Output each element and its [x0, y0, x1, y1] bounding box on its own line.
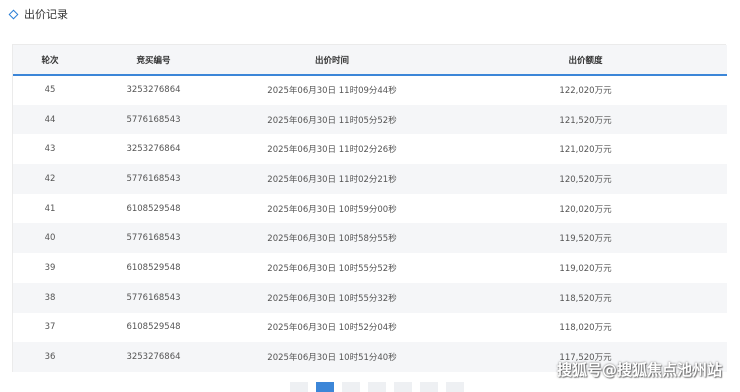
cell-round: 36 [13, 342, 87, 372]
cell-bidder-id: 6108529548 [87, 253, 220, 283]
table-row: 37 6108529548 2025年06月30日 10时52分04秒 118,… [13, 312, 727, 343]
cell-bid-amount: 121,520万元 [444, 104, 727, 135]
cell-bid-amount: 122,020万元 [444, 75, 727, 105]
table-row: 45 3253276864 2025年06月30日 11时09分44秒 122,… [13, 75, 727, 105]
page-button[interactable] [342, 382, 360, 392]
header-bid-amount: 出价额度 [444, 45, 727, 76]
page-button[interactable] [420, 382, 438, 392]
cell-bid-amount: 118,020万元 [444, 312, 727, 343]
cell-bid-time: 2025年06月30日 11时02分21秒 [220, 164, 444, 194]
cell-bid-amount: 118,520万元 [444, 282, 727, 313]
cell-bidder-id: 3253276864 [87, 342, 220, 372]
page-button[interactable] [394, 382, 412, 392]
cell-bid-time: 2025年06月30日 11时05分52秒 [220, 104, 444, 135]
page-button[interactable] [290, 382, 308, 392]
cell-bidder-id: 5776168543 [87, 282, 220, 313]
table-row: 44 5776168543 2025年06月30日 11时05分52秒 121,… [13, 104, 727, 135]
table-row: 43 3253276864 2025年06月30日 11时02分26秒 121,… [13, 134, 727, 165]
page-button[interactable] [446, 382, 464, 392]
cell-bid-amount: 121,020万元 [444, 134, 727, 165]
cell-bid-time: 2025年06月30日 10时51分40秒 [220, 342, 444, 372]
table-row: 38 5776168543 2025年06月30日 10时55分32秒 118,… [13, 282, 727, 313]
page-button[interactable] [368, 382, 386, 392]
cell-bid-time: 2025年06月30日 10时55分52秒 [220, 253, 444, 283]
cell-bid-time: 2025年06月30日 10时59分00秒 [220, 193, 444, 224]
cell-bid-amount: 120,520万元 [444, 164, 727, 194]
cell-round: 41 [13, 193, 87, 224]
cell-bidder-id: 6108529548 [87, 193, 220, 224]
cell-bidder-id: 3253276864 [87, 134, 220, 165]
cell-round: 38 [13, 282, 87, 313]
cell-bid-time: 2025年06月30日 10时55分32秒 [220, 282, 444, 313]
cell-round: 43 [13, 134, 87, 165]
cell-bid-time: 2025年06月30日 10时58分55秒 [220, 223, 444, 254]
header-round: 轮次 [13, 45, 87, 76]
cell-bid-time: 2025年06月30日 10时52分04秒 [220, 312, 444, 343]
bid-record-table: 轮次 竞买编号 出价时间 出价额度 45 3253276864 2025年06月… [12, 44, 727, 372]
cell-bid-amount: 120,020万元 [444, 193, 727, 224]
watermark: 搜狐号@搜狐焦点池州站 [556, 361, 722, 379]
cell-round: 42 [13, 164, 87, 194]
cell-bid-amount: 119,020万元 [444, 253, 727, 283]
cell-bidder-id: 5776168543 [87, 223, 220, 254]
section-title: 出价记录 [24, 8, 68, 21]
page-button-current[interactable] [316, 382, 334, 392]
header-bid-time: 出价时间 [220, 45, 444, 76]
header-bidder-id: 竞买编号 [87, 45, 220, 76]
cell-round: 45 [13, 75, 87, 105]
cell-bidder-id: 3253276864 [87, 75, 220, 105]
cell-bidder-id: 6108529548 [87, 312, 220, 343]
cell-round: 44 [13, 104, 87, 135]
cell-bidder-id: 5776168543 [87, 164, 220, 194]
cell-round: 39 [13, 253, 87, 283]
table-row: 40 5776168543 2025年06月30日 10时58分55秒 119,… [13, 223, 727, 254]
cell-round: 40 [13, 223, 87, 254]
table-row: 41 6108529548 2025年06月30日 10时59分00秒 120,… [13, 193, 727, 224]
section-header: 出价记录 [8, 6, 68, 22]
cell-bid-amount: 119,520万元 [444, 223, 727, 254]
cell-bid-time: 2025年06月30日 11时09分44秒 [220, 75, 444, 105]
table-row: 39 6108529548 2025年06月30日 10时55分52秒 119,… [13, 253, 727, 283]
cell-round: 37 [13, 312, 87, 343]
table-header-row: 轮次 竞买编号 出价时间 出价额度 [13, 45, 727, 76]
cell-bid-time: 2025年06月30日 11时02分26秒 [220, 134, 444, 165]
pagination [290, 382, 464, 392]
diamond-icon [8, 9, 19, 19]
cell-bidder-id: 5776168543 [87, 104, 220, 135]
table-row: 42 5776168543 2025年06月30日 11时02分21秒 120,… [13, 164, 727, 194]
